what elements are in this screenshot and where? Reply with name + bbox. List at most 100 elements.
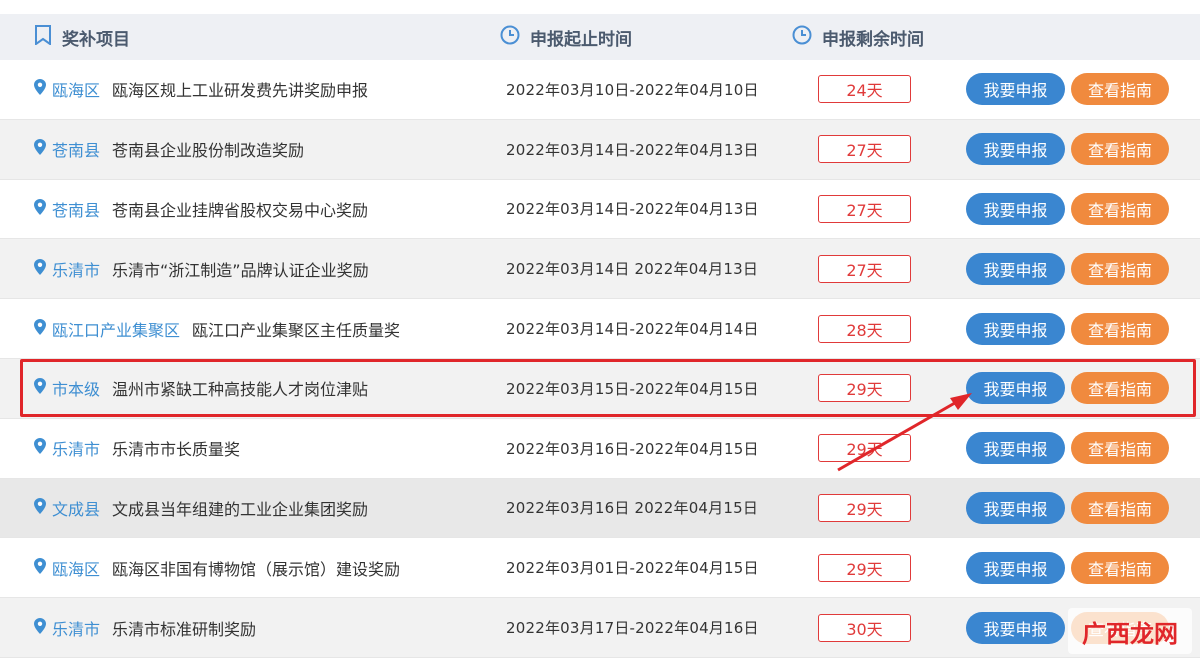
project-title[interactable]: 文成县当年组建的工业企业集团奖励: [112, 496, 368, 520]
location-pin-icon: [34, 198, 46, 219]
date-range: 2022年03月10日-2022年04月10日: [506, 80, 759, 99]
row-location: 市本级 温州市紧缺工种高技能人才岗位津贴: [34, 376, 368, 400]
remaining-days-badge: 29天: [818, 493, 911, 522]
region-link[interactable]: 乐清市: [52, 616, 100, 640]
date-range: 2022年03月01日-2022年04月15日: [506, 559, 759, 578]
remaining-days-badge: 27天: [818, 254, 911, 283]
project-title[interactable]: 乐清市标准研制奖励: [112, 616, 256, 640]
view-guide-button[interactable]: 查看指南: [1071, 252, 1169, 285]
view-guide-button[interactable]: 查看指南: [1071, 312, 1169, 345]
table-row: 乐清市 乐清市“浙江制造”品牌认证企业奖励 2022年03月14日 2022年0…: [0, 239, 1200, 300]
location-pin-icon: [34, 617, 46, 638]
header-time-label: 申报起止时间: [530, 29, 632, 50]
remaining-days-badge: 29天: [818, 434, 911, 463]
table-header: 奖补项目 申报起止时间 申报剩余时间: [0, 14, 1200, 60]
apply-button[interactable]: 我要申报: [966, 611, 1065, 644]
clock-icon: [792, 25, 822, 50]
table-row: 乐清市 乐清市市长质量奖 2022年03月16日-2022年04月15日 29天…: [0, 418, 1200, 479]
remaining-days-badge: 24天: [818, 75, 911, 104]
location-pin-icon: [34, 497, 46, 518]
remaining-days-badge: 28天: [818, 314, 911, 343]
row-location: 瓯海区 瓯海区非国有博物馆（展示馆）建设奖励: [34, 556, 400, 580]
apply-button[interactable]: 我要申报: [966, 73, 1065, 106]
header-remaining: 申报剩余时间: [792, 14, 924, 60]
date-range: 2022年03月16日-2022年04月15日: [506, 439, 759, 458]
project-title[interactable]: 瓯江口产业集聚区主任质量奖: [192, 317, 400, 341]
view-guide-button[interactable]: 查看指南: [1071, 372, 1169, 405]
apply-button[interactable]: 我要申报: [966, 432, 1065, 465]
view-guide-button[interactable]: 查看指南: [1071, 432, 1169, 465]
location-pin-icon: [34, 557, 46, 578]
project-title[interactable]: 乐清市“浙江制造”品牌认证企业奖励: [112, 257, 369, 281]
table-row: 苍南县 苍南县企业挂牌省股权交易中心奖励 2022年03月14日-2022年04…: [0, 179, 1200, 240]
apply-button[interactable]: 我要申报: [966, 133, 1065, 166]
row-location: 乐清市 乐清市“浙江制造”品牌认证企业奖励: [34, 257, 369, 281]
apply-button[interactable]: 我要申报: [966, 192, 1065, 225]
view-guide-button[interactable]: 查看指南: [1071, 551, 1169, 584]
date-range: 2022年03月15日-2022年04月15日: [506, 379, 759, 398]
clock-icon: [500, 25, 530, 50]
location-pin-icon: [34, 139, 46, 159]
apply-button[interactable]: 我要申报: [966, 551, 1065, 584]
project-title[interactable]: 温州市紧缺工种高技能人才岗位津贴: [112, 376, 368, 400]
apply-button[interactable]: 我要申报: [966, 312, 1065, 345]
region-link[interactable]: 苍南县: [52, 197, 100, 221]
region-link[interactable]: 瓯海区: [52, 77, 100, 101]
view-guide-button[interactable]: 查看指南: [1071, 491, 1169, 524]
watermark-logo: 广西龙网: [1068, 608, 1192, 654]
remaining-days-badge: 30天: [818, 613, 911, 642]
date-range: 2022年03月17日-2022年04月16日: [506, 619, 759, 638]
header-project: 奖补项目: [34, 14, 130, 60]
view-guide-button[interactable]: 查看指南: [1071, 192, 1169, 225]
apply-button[interactable]: 我要申报: [966, 252, 1065, 285]
project-title[interactable]: 苍南县企业股份制改造奖励: [112, 137, 304, 161]
remaining-days-badge: 29天: [818, 553, 911, 582]
region-link[interactable]: 乐清市: [52, 257, 100, 281]
row-location: 乐清市 乐清市市长质量奖: [34, 436, 240, 460]
apply-button[interactable]: 我要申报: [966, 372, 1065, 405]
bookmark-icon: [34, 24, 62, 50]
date-range: 2022年03月16日 2022年04月15日: [506, 499, 759, 518]
table-row: 瓯海区 瓯海区非国有博物馆（展示馆）建设奖励 2022年03月01日-2022年…: [0, 538, 1200, 599]
date-range: 2022年03月14日-2022年04月13日: [506, 140, 759, 159]
region-link[interactable]: 乐清市: [52, 436, 100, 460]
table-row: 瓯江口产业集聚区 瓯江口产业集聚区主任质量奖 2022年03月14日-2022年…: [0, 299, 1200, 359]
date-range: 2022年03月14日-2022年04月13日: [506, 200, 759, 219]
location-pin-icon: [34, 318, 46, 339]
table-row: 乐清市 乐清市标准研制奖励 2022年03月17日-2022年04月16日 30…: [0, 598, 1200, 658]
view-guide-button[interactable]: 查看指南: [1071, 73, 1169, 106]
region-link[interactable]: 市本级: [52, 376, 100, 400]
table-row: 文成县 文成县当年组建的工业企业集团奖励 2022年03月16日 2022年04…: [0, 478, 1200, 539]
remaining-days-badge: 29天: [818, 374, 911, 403]
region-link[interactable]: 瓯江口产业集聚区: [52, 317, 180, 341]
project-title[interactable]: 瓯海区规上工业研发费先讲奖励申报: [112, 77, 368, 101]
project-title[interactable]: 乐清市市长质量奖: [112, 436, 240, 460]
location-pin-icon: [34, 378, 46, 398]
region-link[interactable]: 苍南县: [52, 137, 100, 161]
apply-button[interactable]: 我要申报: [966, 491, 1065, 524]
project-title[interactable]: 苍南县企业挂牌省股权交易中心奖励: [112, 197, 368, 221]
header-remaining-label: 申报剩余时间: [822, 29, 924, 50]
row-location: 瓯海区 瓯海区规上工业研发费先讲奖励申报: [34, 77, 368, 101]
date-range: 2022年03月14日-2022年04月14日: [506, 320, 759, 339]
row-location: 文成县 文成县当年组建的工业企业集团奖励: [34, 496, 368, 520]
date-range: 2022年03月14日 2022年04月13日: [506, 260, 759, 279]
page: 奖补项目 申报起止时间 申报剩余时间 瓯海区 瓯海区规上工业研发费先讲奖励申报 …: [0, 0, 1200, 659]
header-time: 申报起止时间: [500, 14, 632, 60]
remaining-days-badge: 27天: [818, 194, 911, 223]
location-pin-icon: [34, 258, 46, 279]
region-link[interactable]: 文成县: [52, 496, 100, 520]
view-guide-button[interactable]: 查看指南: [1071, 133, 1169, 166]
location-pin-icon: [34, 438, 46, 458]
remaining-days-badge: 27天: [818, 135, 911, 164]
table-row: 瓯海区 瓯海区规上工业研发费先讲奖励申报 2022年03月10日-2022年04…: [0, 60, 1200, 120]
row-location: 苍南县 苍南县企业挂牌省股权交易中心奖励: [34, 197, 368, 221]
row-location: 乐清市 乐清市标准研制奖励: [34, 616, 256, 640]
table-row: 苍南县 苍南县企业股份制改造奖励 2022年03月14日-2022年04月13日…: [0, 119, 1200, 180]
table-row: 市本级 温州市紧缺工种高技能人才岗位津贴 2022年03月15日-2022年04…: [0, 358, 1200, 419]
region-link[interactable]: 瓯海区: [52, 556, 100, 580]
row-location: 瓯江口产业集聚区 瓯江口产业集聚区主任质量奖: [34, 317, 400, 341]
row-location: 苍南县 苍南县企业股份制改造奖励: [34, 137, 304, 161]
location-pin-icon: [34, 79, 46, 99]
project-title[interactable]: 瓯海区非国有博物馆（展示馆）建设奖励: [112, 556, 400, 580]
